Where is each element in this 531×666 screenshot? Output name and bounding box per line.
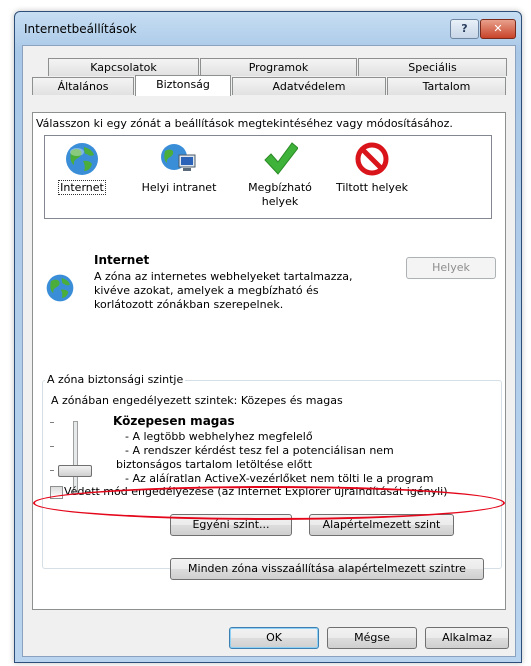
custom-level-button[interactable]: Egyéni szint... <box>170 514 292 536</box>
security-level-group-label: A zóna biztonsági szintje <box>45 373 186 386</box>
security-level-name: Közepesen magas <box>113 414 235 428</box>
level-bullet: - A legtöbb webhelyhez megfelelő <box>125 430 313 443</box>
apply-button[interactable]: Alkalmaz <box>425 627 509 649</box>
globe-icon <box>66 143 98 175</box>
zone-info-title: Internet <box>94 253 150 267</box>
default-level-button[interactable]: Alapértelmezett szint <box>309 514 454 536</box>
slider-tick <box>50 422 54 423</box>
zone-restricted-sites[interactable]: Tiltott helyek <box>327 139 417 213</box>
prohibited-icon <box>355 142 389 176</box>
tab-programok[interactable]: Programok <box>200 58 357 76</box>
tab-row-back: Kapcsolatok Programok Speciális <box>48 58 507 77</box>
tab-kapcsolatok[interactable]: Kapcsolatok <box>48 58 199 76</box>
dialog-body: Kapcsolatok Programok Speciális Általáno… <box>22 45 516 657</box>
level-bullet: biztonságos tartalom letöltése előtt <box>116 458 313 471</box>
title-bar[interactable]: Internetbeállítások ? ✕ <box>15 12 521 42</box>
ok-button[interactable]: OK <box>229 627 319 649</box>
close-button[interactable]: ✕ <box>480 19 516 39</box>
level-bullet: - Az aláíratlan ActiveX-vezérlőket nem t… <box>125 472 434 485</box>
reset-all-zones-button[interactable]: Minden zóna visszaállítása alapértelmeze… <box>170 558 484 580</box>
protected-mode-checkbox[interactable] <box>50 486 63 499</box>
tab-specialis[interactable]: Speciális <box>358 58 507 76</box>
checkmark-icon <box>264 142 298 175</box>
zone-info-description: A zóna az internetes webhelyeket tartalm… <box>94 270 353 311</box>
level-bullet: - A rendszer kérdést tesz fel a potenciá… <box>125 444 394 457</box>
internet-options-dialog: Internetbeállítások ? ✕ Kapcsolatok Prog… <box>14 11 522 663</box>
slider-thumb[interactable] <box>58 465 92 477</box>
security-tab-page: Válasszon ki egy zónát a beállítások meg… <box>32 112 506 610</box>
intranet-icon <box>161 144 196 171</box>
protected-mode-label[interactable]: Védett mód engedélyezése (az Internet Ex… <box>64 485 448 498</box>
slider-track <box>73 421 78 495</box>
tab-tartalom[interactable]: Tartalom <box>387 77 506 95</box>
zone-trusted-sites-label: Megbízható helyek <box>248 181 312 208</box>
window-title: Internetbeállítások <box>24 22 137 36</box>
tab-row-front: Általános Biztonság Adatvédelem Tartalom <box>32 75 506 96</box>
zone-internet-label: Internet <box>58 180 106 195</box>
sites-button[interactable]: Helyek <box>406 257 496 279</box>
zone-internet[interactable]: Internet <box>52 139 112 213</box>
slider-tick <box>50 470 54 471</box>
cancel-button[interactable]: Mégse <box>327 627 417 649</box>
zone-local-intranet[interactable]: Helyi intranet <box>133 139 225 213</box>
zone-local-intranet-label: Helyi intranet <box>141 181 217 194</box>
tab-altalanos[interactable]: Általános <box>32 77 134 95</box>
slider-tick <box>50 446 54 447</box>
zone-list: Internet Helyi intranet Megbízható helye… <box>44 135 492 219</box>
tab-biztonsag[interactable]: Biztonság <box>135 75 231 96</box>
zone-trusted-sites[interactable]: Megbízható helyek <box>245 139 315 213</box>
globe-icon <box>46 274 74 302</box>
zone-prompt: Válasszon ki egy zónát a beállítások meg… <box>36 117 453 130</box>
help-button[interactable]: ? <box>450 19 479 39</box>
tab-adatvedelem[interactable]: Adatvédelem <box>232 77 386 95</box>
zone-restricted-sites-label: Tiltott helyek <box>335 181 409 194</box>
